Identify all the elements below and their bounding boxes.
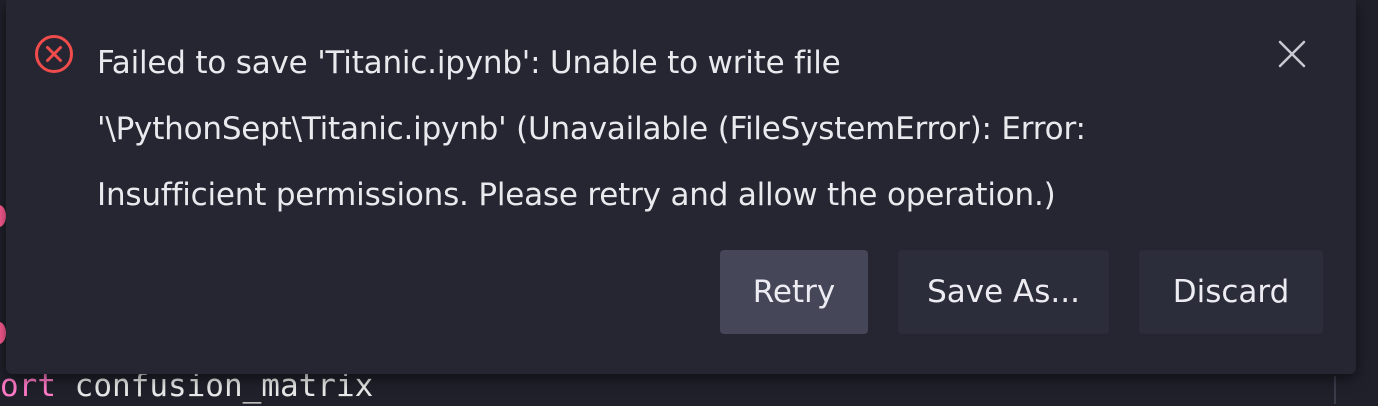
error-circle-x-icon — [34, 34, 74, 74]
retry-button[interactable]: Retry — [720, 250, 868, 334]
close-icon[interactable] — [1272, 34, 1312, 74]
discard-button[interactable]: Discard — [1139, 250, 1323, 334]
editor-ruler — [1334, 376, 1336, 404]
save-as-button[interactable]: Save As... — [898, 250, 1109, 334]
notification-message: Failed to save 'Titanic.ipynb': Unable t… — [97, 45, 1086, 213]
error-notification-toast: Failed to save 'Titanic.ipynb': Unable t… — [6, 0, 1356, 374]
